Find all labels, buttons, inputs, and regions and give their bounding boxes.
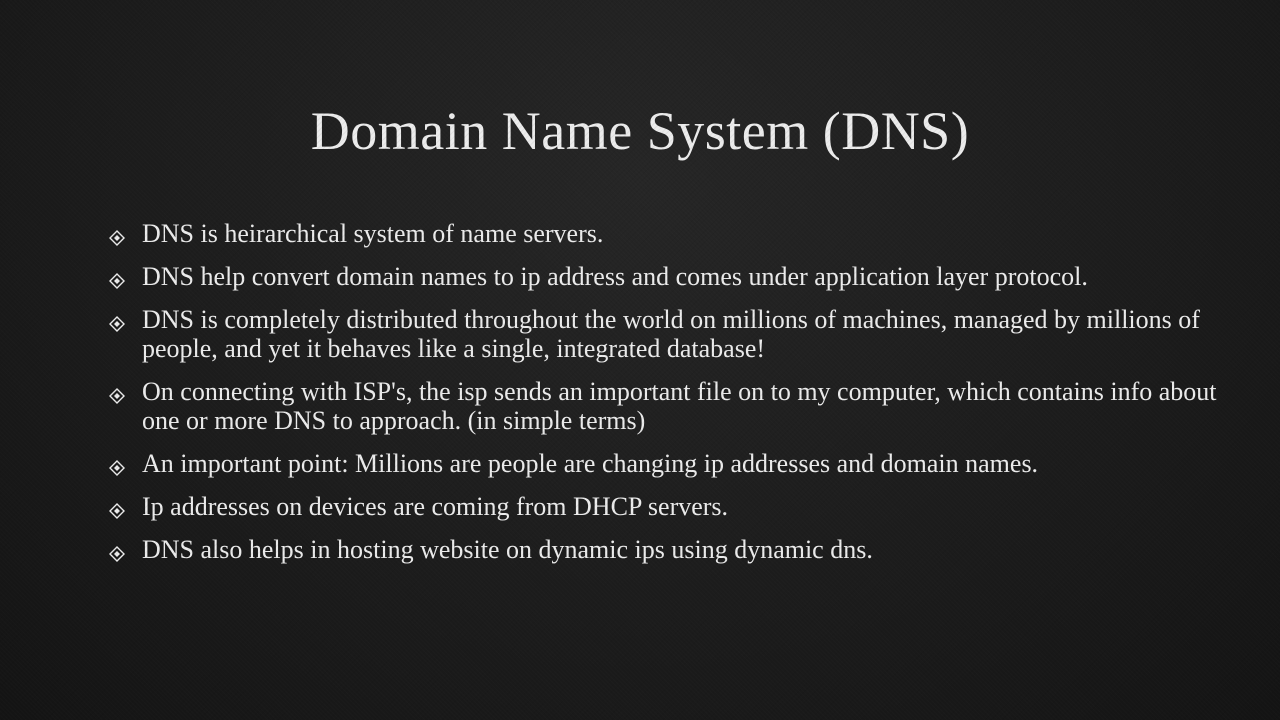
bullet-item: Ip addresses on devices are coming from … xyxy=(108,492,1228,521)
bullet-item: DNS also helps in hosting website on dyn… xyxy=(108,535,1228,564)
bullet-text: DNS help convert domain names to ip addr… xyxy=(142,262,1088,291)
bullet-text: DNS also helps in hosting website on dyn… xyxy=(142,535,873,564)
diamond-bullet-icon xyxy=(108,502,126,520)
bullet-list: DNS is heirarchical system of name serve… xyxy=(108,219,1228,578)
diamond-bullet-icon xyxy=(108,387,126,405)
diamond-bullet-icon xyxy=(108,459,126,477)
bullet-item: DNS is completely distributed throughout… xyxy=(108,305,1228,363)
slide-title: Domain Name System (DNS) xyxy=(310,101,970,161)
bullet-text: DNS is completely distributed throughout… xyxy=(142,305,1200,363)
bullet-item: An important point: Millions are people … xyxy=(108,449,1228,478)
diamond-bullet-icon xyxy=(108,272,126,290)
diamond-bullet-icon xyxy=(108,229,126,247)
bullet-item: DNS help convert domain names to ip addr… xyxy=(108,262,1228,291)
bullet-text: On connecting with ISP's, the isp sends … xyxy=(142,377,1217,435)
slide: Domain Name System (DNS) DNS is heirarch… xyxy=(0,0,1280,720)
bullet-item: DNS is heirarchical system of name serve… xyxy=(108,219,1228,248)
diamond-bullet-icon xyxy=(108,545,126,563)
bullet-text: DNS is heirarchical system of name serve… xyxy=(142,219,604,248)
bullet-text: Ip addresses on devices are coming from … xyxy=(142,492,729,521)
bullet-text: An important point: Millions are people … xyxy=(142,449,1039,478)
diamond-bullet-icon xyxy=(108,315,126,333)
bullet-item: On connecting with ISP's, the isp sends … xyxy=(108,377,1228,435)
